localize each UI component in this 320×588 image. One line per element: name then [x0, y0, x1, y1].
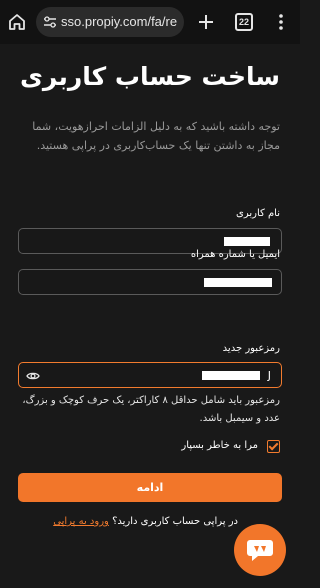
- more-menu-icon[interactable]: [275, 12, 287, 32]
- home-icon[interactable]: [7, 12, 27, 32]
- password-label: رمزعبور جدید: [222, 343, 280, 354]
- login-link[interactable]: ورود به پراپی: [53, 516, 109, 527]
- new-tab-icon[interactable]: [196, 12, 216, 32]
- redacted-value: [224, 237, 270, 246]
- contact-label: ایمیل یا شماره همراه: [190, 249, 280, 260]
- password-hint: رمزعبور باید شامل حداقل ۸ کاراکتر، یک حر…: [22, 395, 280, 424]
- support-chat-button[interactable]: [234, 524, 286, 576]
- intro-text: توجه داشته باشید که به دلیل الزامات احرا…: [32, 120, 280, 152]
- address-bar[interactable]: sso.propiy.com/fa/re: [36, 7, 184, 37]
- tab-switcher-button[interactable]: 22: [235, 13, 253, 31]
- username-label: نام کاربری: [236, 208, 280, 219]
- remember-me-checkbox[interactable]: مرا به خاطر بسپار: [80, 438, 280, 456]
- new-password-field[interactable]: J: [18, 362, 282, 388]
- redacted-value: [202, 371, 260, 380]
- login-prompt-text: در پراپی حساب کاربری دارید؟: [112, 516, 238, 527]
- email-or-phone-field[interactable]: [18, 269, 282, 295]
- remember-me-label: مرا به خاطر بسپار: [181, 440, 258, 451]
- page-title: ساخت حساب کاربری: [20, 62, 280, 91]
- checkbox-checked-icon[interactable]: [267, 440, 280, 453]
- site-settings-icon[interactable]: [43, 15, 57, 29]
- show-password-eye-icon[interactable]: [26, 369, 40, 383]
- continue-button[interactable]: ادامه: [18, 473, 282, 502]
- redacted-value: [204, 278, 272, 287]
- chat-bubble-icon: [247, 540, 273, 561]
- url-text: sso.propiy.com/fa/re: [61, 14, 178, 29]
- login-prompt: در پراپی حساب کاربری دارید؟ ورود به پراپ…: [53, 516, 238, 527]
- browser-toolbar: sso.propiy.com/fa/re 22: [0, 0, 300, 44]
- password-leading-char: J: [267, 369, 271, 382]
